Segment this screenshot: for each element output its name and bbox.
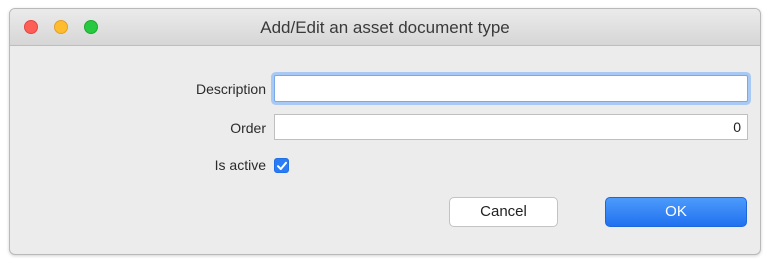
cancel-button[interactable]: Cancel (449, 197, 558, 227)
order-input[interactable] (274, 114, 748, 140)
checkmark-icon (277, 161, 287, 170)
title-bar[interactable]: Add/Edit an asset document type (10, 9, 760, 46)
is-active-checkbox[interactable] (274, 158, 289, 173)
description-label: Description (195, 81, 266, 97)
dialog-window: Add/Edit an asset document type Descript… (9, 8, 761, 255)
is-active-label: Is active (214, 157, 266, 173)
description-input[interactable] (274, 75, 748, 102)
ok-button[interactable]: OK (605, 197, 747, 227)
window-title: Add/Edit an asset document type (260, 18, 510, 37)
order-label: Order (230, 120, 266, 136)
